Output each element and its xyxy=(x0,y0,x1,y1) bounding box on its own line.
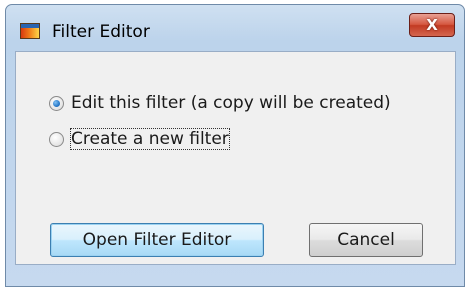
option-edit-filter-label[interactable]: Edit this filter (a copy will be created… xyxy=(71,93,391,113)
cancel-button[interactable]: Cancel xyxy=(309,223,423,257)
option-edit-filter[interactable]: Edit this filter (a copy will be created… xyxy=(49,93,391,113)
radio-unchecked-icon[interactable] xyxy=(49,131,64,147)
close-button[interactable]: X xyxy=(409,13,455,37)
open-filter-editor-button[interactable]: Open Filter Editor xyxy=(50,223,264,257)
option-create-filter[interactable]: Create a new filter xyxy=(49,128,230,150)
dialog-body: Edit this filter (a copy will be created… xyxy=(15,51,456,265)
title-bar[interactable]: Filter Editor X xyxy=(6,5,464,51)
option-create-filter-label[interactable]: Create a new filter xyxy=(70,128,230,150)
app-icon xyxy=(20,23,40,39)
filter-editor-dialog: Filter Editor X Edit this filter (a copy… xyxy=(5,4,465,287)
radio-checked-icon[interactable] xyxy=(49,95,64,111)
close-icon: X xyxy=(426,16,438,34)
window-title: Filter Editor xyxy=(52,22,150,42)
